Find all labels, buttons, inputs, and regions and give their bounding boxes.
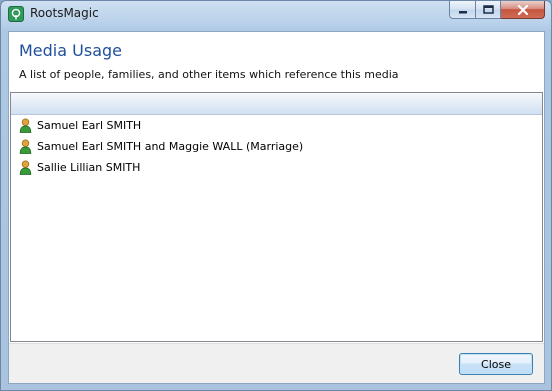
list-header[interactable] <box>11 93 542 115</box>
media-usage-list[interactable]: Samuel Earl SMITH Samuel Earl SMITH and … <box>10 92 543 342</box>
dialog-description: A list of people, families, and other it… <box>19 68 399 81</box>
list-item[interactable]: Samuel Earl SMITH and Maggie WALL (Marri… <box>11 136 542 157</box>
dialog-body: Media Usage A list of people, families, … <box>8 31 545 384</box>
maximize-icon <box>482 5 494 14</box>
person-icon <box>19 118 32 133</box>
dialog-footer: Close <box>9 343 544 383</box>
minimize-icon <box>458 10 467 13</box>
list-item-label: Samuel Earl SMITH <box>37 119 142 132</box>
window-title: RootsMagic <box>30 6 99 20</box>
list-item[interactable]: Sallie Lillian SMITH <box>11 157 542 178</box>
roots-tree-icon <box>8 6 24 22</box>
dialog-heading: Media Usage <box>19 41 122 60</box>
title-bar[interactable]: RootsMagic <box>1 1 551 27</box>
person-icon <box>19 160 32 175</box>
list-item[interactable]: Samuel Earl SMITH <box>11 115 542 136</box>
media-usage-window: RootsMagic Media Usage A list of people,… <box>0 0 552 391</box>
caption-buttons <box>449 1 545 20</box>
list-item-label: Sallie Lillian SMITH <box>37 161 141 174</box>
close-icon <box>517 4 528 15</box>
minimize-button[interactable] <box>449 1 475 19</box>
close-window-button[interactable] <box>501 1 545 19</box>
person-icon <box>19 139 32 154</box>
list-item-label: Samuel Earl SMITH and Maggie WALL (Marri… <box>37 140 304 153</box>
close-button[interactable]: Close <box>459 353 533 375</box>
maximize-button[interactable] <box>475 1 501 19</box>
